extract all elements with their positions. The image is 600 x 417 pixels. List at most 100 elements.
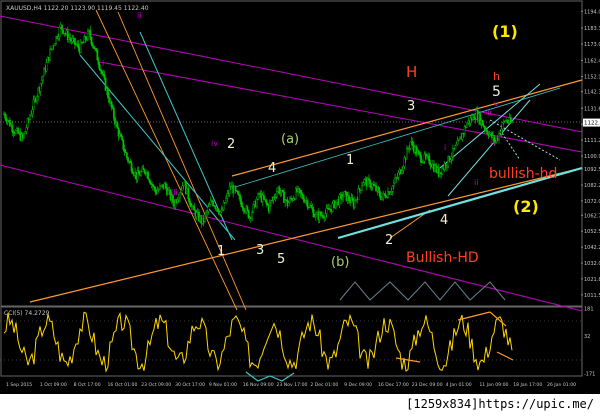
candle-body <box>428 155 431 164</box>
candle-body <box>90 37 93 45</box>
candle-body <box>110 100 113 108</box>
candle-body <box>137 170 140 175</box>
label-w5-mid: 5 <box>492 84 501 100</box>
candle-body <box>411 141 414 147</box>
symbol-info: XAUUSD,H4 1122.20 1123.90 1119.45 1122.4… <box>6 5 149 12</box>
candle-body <box>246 206 249 211</box>
candle-body <box>251 212 253 219</box>
candle-body <box>151 184 154 187</box>
label-w5-left: 5 <box>277 252 285 267</box>
candle-body <box>450 156 453 161</box>
label-w2-mid: 2 <box>385 233 393 248</box>
candle-body <box>314 214 317 217</box>
candle-body <box>353 200 356 208</box>
label-wave-a: (a) <box>281 132 299 147</box>
label-roman-ii-right: ii <box>474 178 478 187</box>
time-tick-label: 16 Dec 17:00 <box>378 382 409 388</box>
candle-body <box>511 121 513 123</box>
candle-body <box>95 48 98 51</box>
price-tick-label: 1111.2 <box>584 138 600 144</box>
candle-body <box>481 119 484 126</box>
candle-body <box>242 207 245 212</box>
candle-body <box>79 41 82 53</box>
candle-body <box>488 133 491 137</box>
current-price-badge-text: 1122.4 <box>584 121 600 127</box>
label-bullish-HD: Bullish-HD <box>406 250 479 266</box>
candle-body <box>57 36 60 39</box>
candle-body <box>103 74 106 79</box>
candle-body <box>466 123 469 128</box>
candle-body <box>148 178 151 182</box>
candle-body <box>149 181 152 185</box>
candle-body <box>457 138 460 141</box>
candle-body <box>281 190 284 193</box>
candle-body <box>238 194 240 196</box>
price-tick-label: 1194.0 <box>584 9 600 15</box>
candle-body <box>381 197 383 200</box>
candle-body <box>362 182 365 187</box>
candle-body <box>377 187 380 191</box>
osc-tick-label: -171 <box>584 371 595 377</box>
candle-body <box>461 133 464 140</box>
label-bullish-hd: bullish-hd <box>489 166 557 182</box>
candle-body <box>502 121 505 124</box>
candle-body <box>131 171 134 174</box>
candle-body <box>287 202 290 207</box>
candle-body <box>39 83 42 92</box>
label-w4-mid: 4 <box>440 213 448 228</box>
candle-body <box>234 186 237 191</box>
candle-body <box>14 129 17 134</box>
candle-body <box>311 207 314 210</box>
candle-body <box>45 62 48 72</box>
price-tick-label: 1183.3 <box>584 26 600 32</box>
candle-body <box>97 59 100 65</box>
candle-body <box>205 212 207 215</box>
osc-tick-label: 181 <box>584 307 594 313</box>
label-w2-left: 2 <box>227 137 235 152</box>
chart-canvas: XAUUSD,H4 1122.20 1123.90 1119.45 1122.4… <box>0 0 600 394</box>
candle-body <box>268 202 271 211</box>
candle-body <box>338 194 341 205</box>
candle-body <box>216 208 219 212</box>
candle-body <box>265 199 268 204</box>
candle-body <box>298 187 301 191</box>
candle-body <box>122 139 125 150</box>
candle-body <box>125 152 128 158</box>
candle-body <box>342 196 344 200</box>
candle-body <box>179 192 181 198</box>
candle-body <box>501 122 504 130</box>
candle-body <box>239 195 242 202</box>
candle-body <box>32 99 35 111</box>
footer-watermark: [1259x834]https://upic.me/ <box>406 397 594 411</box>
candle-body <box>86 31 89 40</box>
candle-body <box>331 203 334 212</box>
label-roman-iv-left: iv <box>211 139 218 148</box>
candle-body <box>58 27 61 38</box>
candle-body <box>506 120 509 123</box>
candle-body <box>417 150 420 153</box>
candle-body <box>24 131 27 134</box>
candle-body <box>452 147 454 157</box>
candle-body <box>112 107 115 119</box>
candle-body <box>127 157 129 162</box>
candle-body <box>454 145 457 150</box>
candle-body <box>107 88 109 98</box>
candle-body <box>306 200 309 208</box>
candle-body <box>402 166 405 171</box>
time-tick-label: 23 Oct 09:00 <box>141 382 171 388</box>
candle-body <box>384 194 387 198</box>
time-tick-label: 9 Dec 09:00 <box>344 382 372 388</box>
label-roman-i-right: i <box>444 143 446 152</box>
candle-body <box>225 197 228 204</box>
time-tick-label: 8 Oct 17:00 <box>74 382 101 388</box>
candle-body <box>36 96 38 102</box>
candle-body <box>130 162 133 172</box>
price-tick-label: 1142.3 <box>584 90 600 96</box>
candle-body <box>409 141 412 149</box>
candle-body <box>4 113 7 119</box>
label-wave-2-big: (2) <box>513 197 539 216</box>
label-H-upper: H <box>406 63 417 81</box>
price-tick-label: 1011.5 <box>584 293 600 299</box>
time-tick-label: 4 Jan 01:00 <box>446 382 472 388</box>
candle-body <box>420 154 422 163</box>
